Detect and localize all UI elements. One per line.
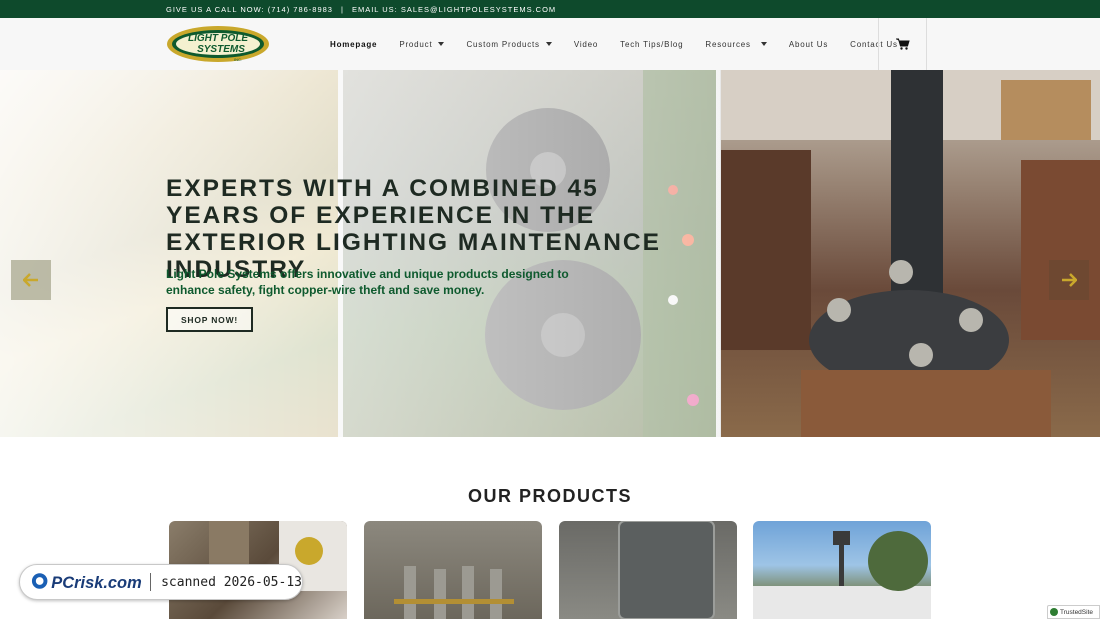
- chevron-down-icon: [760, 42, 767, 46]
- phone-text[interactable]: GIVE US A CALL NOW: (714) 786-8983: [166, 5, 333, 14]
- slider-prev-button[interactable]: [11, 260, 51, 300]
- product-image-street-light: [753, 531, 931, 619]
- site-header: LIGHT POLE SYSTEMS INC. Homepage Product…: [0, 18, 1100, 70]
- trusted-site-badge[interactable]: TrustedSite: [1047, 605, 1100, 619]
- nav-resources-label: Resources: [705, 39, 751, 49]
- product-card-anchor-bolts[interactable]: [364, 521, 542, 619]
- pole-base-illustration: [721, 70, 1100, 437]
- chevron-down-icon: [438, 42, 445, 46]
- nav-custom-products-label: Custom Products: [466, 39, 540, 49]
- company-logo[interactable]: LIGHT POLE SYSTEMS INC.: [166, 24, 270, 64]
- svg-text:SYSTEMS: SYSTEMS: [197, 44, 245, 55]
- arrow-right-icon: [1062, 273, 1077, 287]
- hero-slider: EXPERTS WITH A COMBINED 45 YEARS OF EXPE…: [0, 70, 1100, 437]
- cart-icon: [895, 38, 910, 50]
- nav-homepage[interactable]: Homepage: [330, 40, 377, 49]
- nav-resources[interactable]: Resources: [705, 39, 767, 49]
- shop-now-button[interactable]: SHOP NOW!: [166, 307, 253, 332]
- product-card-street-light[interactable]: [753, 521, 931, 619]
- hero-subtitle: Light Pole Systems offers innovative and…: [166, 267, 569, 297]
- arrow-left-icon: [23, 273, 38, 287]
- email-text[interactable]: EMAIL US: SALES@LIGHTPOLESYSTEMS.COM: [352, 5, 556, 14]
- svg-text:INC.: INC.: [234, 57, 242, 62]
- trusted-site-label: TrustedSite: [1060, 608, 1093, 616]
- nav-tech-tips-label: Tech Tips/Blog: [620, 39, 684, 49]
- slider-next-button[interactable]: [1049, 260, 1089, 300]
- cart-button[interactable]: [878, 18, 927, 70]
- nav-product-label: Product: [399, 39, 433, 49]
- nav-video-label: Video: [573, 39, 599, 49]
- top-contact-bar: GIVE US A CALL NOW: (714) 786-8983 | EMA…: [0, 0, 1100, 18]
- scan-watermark-badge: PCrisk.com scanned 2026-05-13: [19, 564, 303, 600]
- nav-product[interactable]: Product: [399, 39, 445, 49]
- scan-date-text: scanned 2026-05-13: [161, 574, 302, 590]
- nav-about-us[interactable]: About Us: [789, 40, 828, 49]
- svg-text:PCrisk.com: PCrisk.com: [51, 574, 141, 592]
- products-heading: OUR PRODUCTS: [467, 486, 632, 506]
- main-nav: Homepage Product Custom Products Video T…: [330, 18, 920, 70]
- product-card-handhole-cover[interactable]: [559, 521, 737, 619]
- hero-image-pole-base: [721, 70, 1100, 437]
- nav-video[interactable]: Video: [574, 40, 598, 49]
- nav-about-us-label: About Us: [788, 39, 829, 49]
- check-icon: [1050, 608, 1058, 616]
- pcrisk-logo: PCrisk.com: [31, 573, 142, 592]
- scan-divider: [150, 573, 152, 591]
- nav-homepage-label: Homepage: [330, 39, 378, 49]
- topbar-separator: |: [340, 4, 344, 14]
- svg-text:LIGHT POLE: LIGHT POLE: [188, 33, 248, 44]
- nav-custom-products[interactable]: Custom Products: [466, 39, 552, 49]
- nav-tech-tips[interactable]: Tech Tips/Blog: [620, 40, 683, 49]
- chevron-down-icon: [545, 42, 552, 46]
- product-image-handhole-cover: [618, 521, 715, 619]
- product-image-anchor-bolts: [394, 566, 514, 619]
